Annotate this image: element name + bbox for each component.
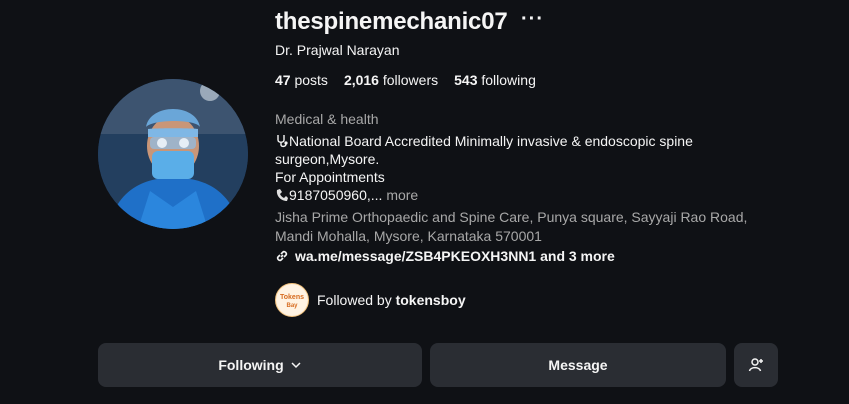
profile-external-link[interactable]: wa.me/message/ZSB4PKEOXH3NN1 and 3 more <box>275 248 615 264</box>
profile-address[interactable]: Jisha Prime Orthopaedic and Spine Care, … <box>275 208 765 246</box>
message-button-label: Message <box>548 357 608 373</box>
bio-line-3: For Appointments <box>275 169 385 185</box>
phone-icon <box>276 189 288 201</box>
posts-count: 47 <box>275 72 291 88</box>
followers-count: 2,016 <box>343 72 379 88</box>
profile-bio: National Board Accredited Minimally inva… <box>275 132 735 204</box>
followed-by-prefix: Followed by <box>317 292 392 308</box>
profile-avatar[interactable] <box>98 79 248 229</box>
posts-stat[interactable]: 47 posts <box>275 72 328 88</box>
following-label: following <box>481 72 536 88</box>
profile-stats: 47 posts 2,016 followers 543 following <box>275 72 536 88</box>
logo-text-1: Tokens <box>280 294 304 301</box>
posts-label: posts <box>294 72 328 88</box>
profile-link-text: wa.me/message/ZSB4PKEOXH3NN1 and 3 more <box>295 248 615 264</box>
chevron-down-icon <box>291 362 301 369</box>
bio-text-1: National Board Accredited Minimally inva… <box>289 133 693 149</box>
profile-full-name: Dr. Prajwal Narayan <box>275 42 400 58</box>
link-icon <box>276 250 288 262</box>
bio-text-4: 9187050960,... <box>289 187 383 203</box>
similar-accounts-button[interactable] <box>734 343 778 387</box>
logo-text-2: Bay <box>286 303 298 309</box>
doctor-photo <box>98 79 248 229</box>
add-person-icon <box>748 358 763 372</box>
followed-by-user: tokensboy <box>395 292 466 308</box>
followers-label: followers <box>382 72 439 88</box>
following-button-label: Following <box>218 357 284 373</box>
followers-stat[interactable]: 2,016 followers <box>344 72 438 88</box>
profile-username: thespinemechanic07 <box>275 8 508 35</box>
following-button[interactable]: Following <box>98 343 422 387</box>
profile-category: Medical & health <box>275 111 379 127</box>
bio-line-1: National Board Accredited Minimally inva… <box>275 132 735 150</box>
stethoscope-icon <box>277 135 288 148</box>
tokens-bay-logo: Tokens Bay <box>277 285 307 315</box>
bio-more-link[interactable]: more <box>386 187 418 203</box>
more-options-button[interactable]: ··· <box>521 8 544 31</box>
followed-by-text: Followed by tokensboy <box>317 292 466 308</box>
following-stat[interactable]: 543 following <box>454 72 536 88</box>
bio-line-4: 9187050960,... more <box>275 186 735 204</box>
message-button[interactable]: Message <box>430 343 726 387</box>
follower-avatar: Tokens Bay <box>275 283 309 317</box>
followed-by[interactable]: Tokens Bay Followed by tokensboy <box>275 283 466 317</box>
following-count: 543 <box>454 72 478 88</box>
bio-line-2: surgeon,Mysore. <box>275 151 380 167</box>
